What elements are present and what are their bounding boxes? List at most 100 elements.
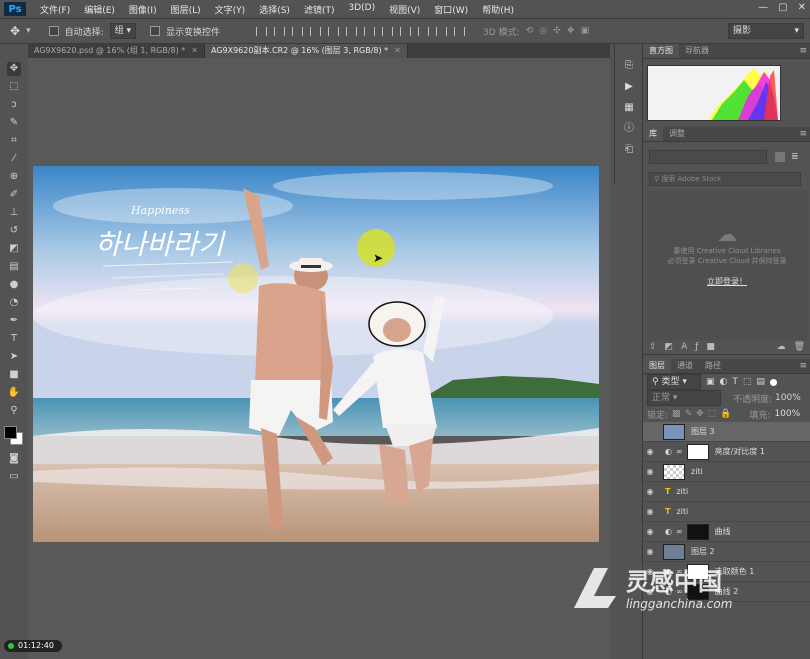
add-color-icon[interactable]: ■: [706, 342, 715, 352]
layer-mask-thumbnail[interactable]: [686, 523, 709, 540]
menu-item-0[interactable]: 文件(F): [40, 3, 70, 16]
align-right-icon[interactable]: [346, 26, 358, 36]
marquee-tool-icon[interactable]: ⬚: [7, 80, 21, 94]
3d-pan-icon[interactable]: ✣: [553, 26, 561, 36]
lock-pixels-icon[interactable]: ✎: [685, 409, 693, 419]
layer-row[interactable]: ◉ ◐ ∞ 曲线: [643, 522, 810, 542]
align-hcenter-icon[interactable]: [328, 26, 340, 36]
filter-type-icon[interactable]: T: [732, 377, 738, 387]
layer-row[interactable]: ◉ Tziti: [643, 502, 810, 522]
healing-tool-icon[interactable]: ⊕: [7, 170, 21, 184]
library-login-link[interactable]: 立即登录！: [645, 276, 809, 287]
history-brush-tool-icon[interactable]: ↺: [7, 224, 21, 238]
foreground-color[interactable]: [4, 426, 17, 439]
path-select-tool-icon[interactable]: ➤: [7, 350, 21, 364]
lasso-tool-icon[interactable]: ↄ: [7, 98, 21, 112]
distribute-right-icon[interactable]: [454, 26, 466, 36]
quick-select-tool-icon[interactable]: ✎: [7, 116, 21, 130]
layer-row[interactable]: ◉ ziti: [643, 462, 810, 482]
layer-row[interactable]: ◉ 图层 2: [643, 542, 810, 562]
distribute-vcenter-icon[interactable]: [382, 26, 394, 36]
distribute-top-icon[interactable]: [364, 26, 376, 36]
opacity-value[interactable]: 100%: [775, 393, 801, 403]
eraser-tool-icon[interactable]: ◩: [7, 242, 21, 256]
visibility-eye-icon[interactable]: ◉: [643, 547, 657, 556]
panel-menu-icon[interactable]: ≡: [799, 129, 807, 139]
layer-filter-dropdown[interactable]: ⚲ 类型 ▾: [647, 374, 701, 390]
blur-tool-icon[interactable]: ●: [7, 278, 21, 292]
filter-adjustment-icon[interactable]: ◐: [720, 377, 728, 387]
lock-position-icon[interactable]: ✥: [696, 409, 704, 419]
menu-item-3[interactable]: 图层(L): [171, 3, 201, 16]
menu-item-9[interactable]: 窗口(W): [434, 3, 468, 16]
menu-item-1[interactable]: 编辑(E): [84, 3, 115, 16]
hand-tool-icon[interactable]: ✋: [7, 386, 21, 400]
panel-menu-icon[interactable]: ≡: [799, 46, 807, 56]
add-text-icon[interactable]: A: [681, 342, 687, 352]
visibility-eye-icon[interactable]: ◉: [643, 527, 657, 536]
pen-tool-icon[interactable]: ✒: [7, 314, 21, 328]
align-vcenter-icon[interactable]: [274, 26, 286, 36]
blend-mode-dropdown[interactable]: 正常 ▾: [647, 390, 721, 406]
distribute-left-icon[interactable]: [418, 26, 430, 36]
actions-panel-icon[interactable]: ▶: [623, 81, 635, 93]
gradient-tool-icon[interactable]: ▤: [7, 260, 21, 274]
grid-view-icon[interactable]: [775, 152, 785, 162]
brush-presets-icon[interactable]: ⎗: [623, 144, 635, 156]
filter-smart-icon[interactable]: ▤: [756, 377, 765, 387]
tab-histogram[interactable]: 直方图: [643, 44, 679, 58]
tab-channels[interactable]: 通道: [671, 359, 699, 373]
layer-row[interactable]: ◉ ◐ ∞ 亮度/对比度 1: [643, 442, 810, 462]
tool-preset-dropdown-icon[interactable]: ▾: [26, 26, 31, 36]
move-tool-icon[interactable]: ✥: [7, 62, 21, 76]
delete-icon[interactable]: 🗑: [794, 342, 805, 352]
info-panel-icon[interactable]: ⓘ: [623, 123, 635, 135]
3d-slide-icon[interactable]: ❖: [567, 26, 575, 36]
layer-row[interactable]: ◉ Tziti: [643, 482, 810, 502]
add-fx-icon[interactable]: ƒ: [695, 342, 698, 352]
align-left-icon[interactable]: [310, 26, 322, 36]
shape-tool-icon[interactable]: ■: [7, 368, 21, 382]
layer-thumbnail[interactable]: [663, 543, 685, 560]
3d-scale-icon[interactable]: ▣: [581, 26, 590, 36]
fill-value[interactable]: 100%: [774, 409, 800, 419]
filter-toggle-icon[interactable]: [769, 378, 777, 386]
lock-all-icon[interactable]: 🔒: [720, 409, 731, 419]
distribute-bottom-icon[interactable]: [400, 26, 412, 36]
filter-shape-icon[interactable]: ⬚: [743, 377, 752, 387]
library-selector[interactable]: [649, 150, 767, 164]
panel-menu-icon[interactable]: ≡: [799, 361, 807, 371]
clone-stamp-tool-icon[interactable]: ⊥: [7, 206, 21, 220]
workspace-dropdown[interactable]: 摄影 ▾: [728, 23, 804, 39]
align-top-icon[interactable]: [256, 26, 268, 36]
move-tool-icon[interactable]: ✥: [10, 24, 20, 38]
layer-comps-icon[interactable]: ▦: [623, 102, 635, 114]
visibility-eye-icon[interactable]: ◉: [643, 507, 657, 516]
tab-libraries[interactable]: 库: [643, 127, 663, 141]
tab-paths[interactable]: 路径: [699, 359, 727, 373]
layer-row[interactable]: 图层 3: [643, 422, 810, 442]
align-bottom-icon[interactable]: [292, 26, 304, 36]
tab-navigator[interactable]: 导航器: [679, 44, 715, 58]
close-tab-icon[interactable]: ✕: [191, 46, 198, 55]
minimize-button[interactable]: —: [758, 2, 768, 13]
crop-tool-icon[interactable]: ⌗: [7, 134, 21, 148]
close-button[interactable]: ✕: [798, 2, 806, 13]
auto-select-checkbox[interactable]: [48, 26, 59, 36]
tab-document-psd[interactable]: AG9X9620.psd @ 16% (组 1, RGB/8) * ✕: [28, 44, 205, 58]
quick-mask-icon[interactable]: ◙: [7, 452, 21, 466]
visibility-eye-icon[interactable]: ◉: [643, 487, 657, 496]
zoom-tool-icon[interactable]: ⚲: [7, 404, 21, 418]
lock-artboard-icon[interactable]: ⬚: [708, 409, 717, 419]
menu-item-8[interactable]: 视图(V): [389, 3, 420, 16]
3d-rotate-icon[interactable]: ⟲: [526, 26, 534, 36]
add-graphic-icon[interactable]: ◩: [665, 342, 674, 352]
link-chain-icon[interactable]: ∞: [676, 527, 683, 536]
layer-thumbnail[interactable]: [663, 463, 685, 480]
visibility-eye-icon[interactable]: ◉: [643, 447, 657, 456]
menu-item-4[interactable]: 文字(Y): [215, 3, 246, 16]
tab-document-cr2[interactable]: AG9X9620副本.CR2 @ 16% (图层 3, RGB/8) * ✕: [204, 44, 408, 58]
menu-item-10[interactable]: 帮助(H): [482, 3, 514, 16]
menu-item-6[interactable]: 滤镜(T): [304, 3, 335, 16]
dodge-tool-icon[interactable]: ◔: [7, 296, 21, 310]
